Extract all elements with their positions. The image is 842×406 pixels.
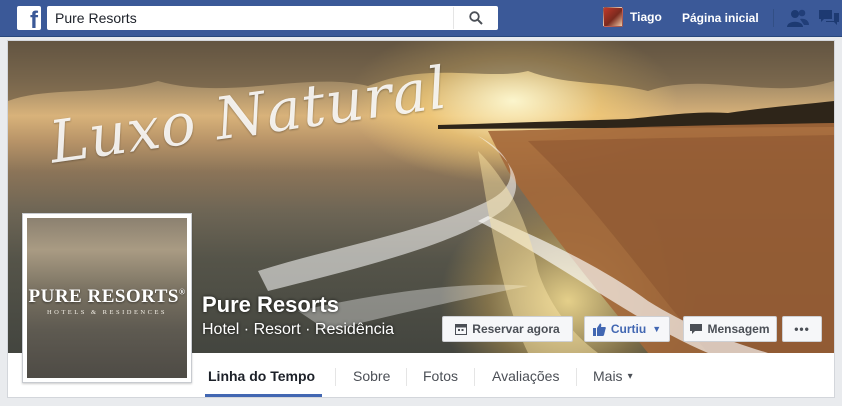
caret-down-icon: ▾ (627, 370, 633, 382)
message-icon (690, 323, 703, 335)
book-now-button[interactable]: Reservar agora (442, 316, 573, 342)
tab-more[interactable]: Mais ▾ (593, 354, 633, 398)
book-now-label: Reservar agora (472, 322, 560, 336)
friends-icon[interactable] (786, 8, 810, 28)
page-title[interactable]: Pure Resorts (202, 292, 339, 318)
avatar (603, 7, 623, 27)
tab-divider (576, 368, 577, 386)
profile-picture[interactable]: PURE RESORTS® HOTELS & RESIDENCES (22, 213, 192, 383)
topbar-divider (773, 9, 774, 27)
brand-logo: PURE RESORTS® (27, 286, 187, 308)
tab-more-label: Mais (593, 368, 623, 384)
tab-reviews-label: Avaliações (492, 368, 560, 384)
tab-photos-label: Fotos (423, 368, 459, 384)
top-navigation-bar: f Tiago Página inicial (0, 0, 842, 37)
page-category: Hotel · Resort · Residência (202, 321, 395, 338)
home-link[interactable]: Página inicial (682, 11, 759, 25)
brand-subtitle: HOTELS & RESIDENCES (46, 309, 168, 316)
tab-photos[interactable]: Fotos (423, 354, 458, 398)
magnifier-icon (469, 11, 483, 25)
active-tab-indicator (205, 394, 322, 397)
message-label: Mensagem (707, 322, 770, 336)
tab-divider (406, 368, 407, 386)
tab-reviews[interactable]: Avaliações (492, 354, 559, 398)
liked-label: Curtiu (610, 322, 647, 336)
search-box (47, 6, 498, 30)
facebook-logo-letter: f (30, 7, 38, 34)
facebook-logo[interactable]: f (17, 6, 41, 34)
search-button[interactable] (453, 7, 498, 29)
message-button[interactable]: Mensagem (683, 316, 777, 342)
more-options-button[interactable]: ••• (782, 316, 822, 342)
chevron-down-icon: ▼ (652, 324, 662, 334)
tab-divider (474, 368, 475, 386)
profile-picture-image: PURE RESORTS® HOTELS & RESIDENCES (27, 218, 187, 378)
user-name: Tiago (630, 10, 662, 24)
messages-icon[interactable] (818, 8, 840, 28)
calendar-icon (455, 323, 468, 335)
tab-about-label: Sobre (353, 368, 391, 384)
brand-logo-mark: ® (179, 287, 186, 297)
liked-button[interactable]: Curtiu ▼ (584, 316, 670, 342)
more-options-icon: ••• (794, 322, 810, 336)
search-input[interactable] (47, 7, 453, 29)
brand-logo-text: PURE RESORTS (28, 286, 180, 307)
thumbs-up-icon (592, 323, 606, 336)
tab-timeline-label: Linha do Tempo (208, 368, 316, 384)
tab-divider (335, 368, 336, 386)
profile-link[interactable]: Tiago (603, 7, 662, 27)
page-header: Luxo Natural PURE RESORTS® HOTELS & RESI… (7, 40, 835, 398)
tab-timeline[interactable]: Linha do Tempo (208, 354, 315, 398)
tab-about[interactable]: Sobre (353, 354, 390, 398)
